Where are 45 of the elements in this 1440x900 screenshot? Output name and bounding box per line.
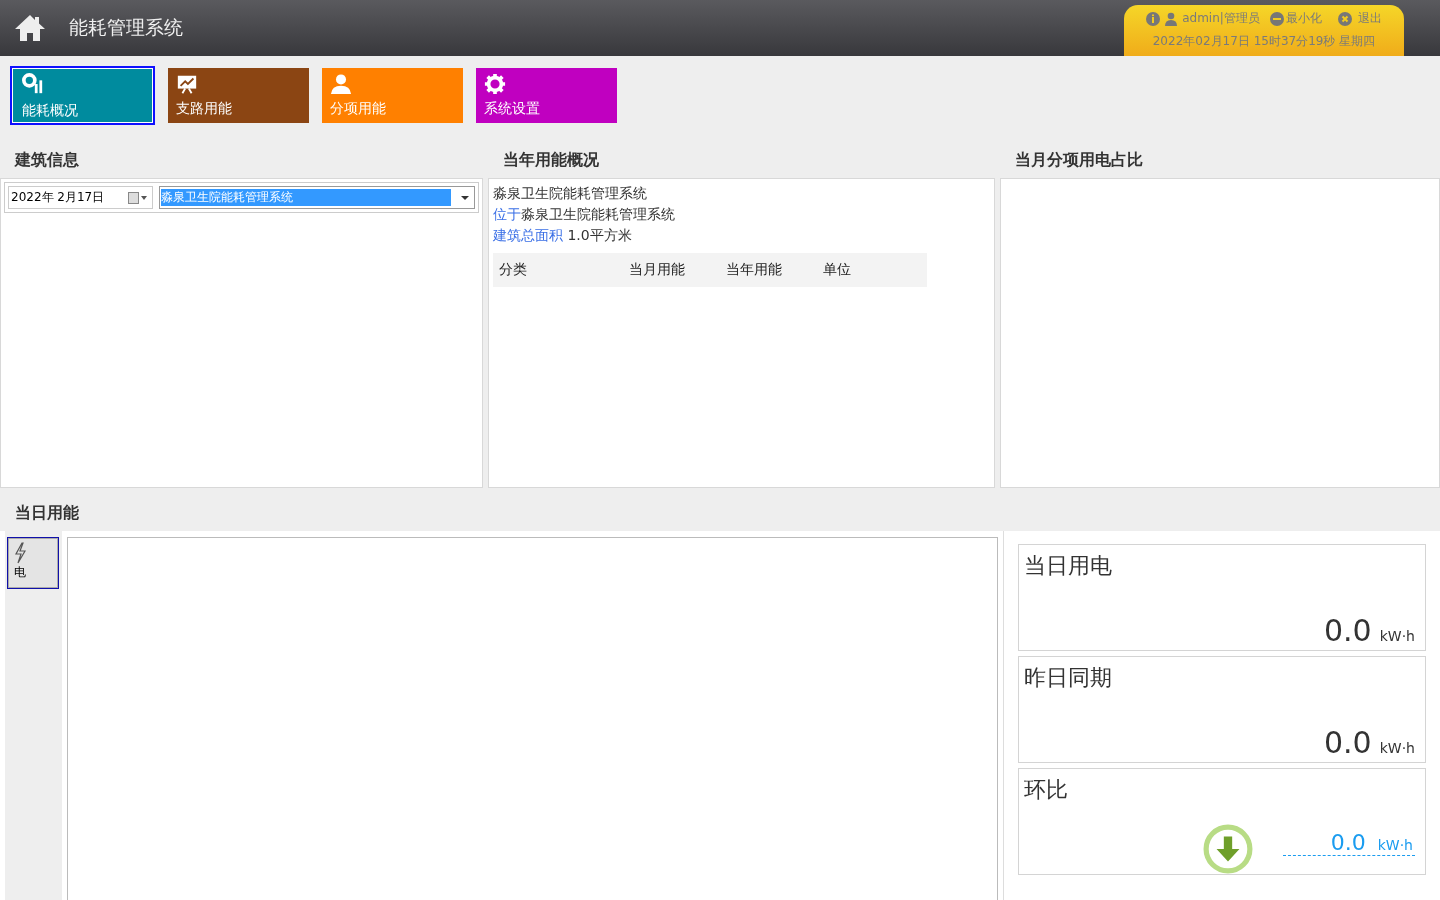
nav-tile[interactable]: 系统设置 <box>476 68 617 123</box>
location-label: 位于 <box>493 206 521 222</box>
stat-unit: kW·h <box>1379 628 1415 644</box>
nav-tile[interactable]: 支路用能 <box>168 68 309 123</box>
stat-title: 当日用电 <box>1024 552 1113 580</box>
nav-tile[interactable]: 能耗概况 <box>10 66 155 125</box>
date-picker[interactable]: 2022年 2月17日 <box>8 186 153 209</box>
panel-title: 建筑信息 <box>13 149 80 171</box>
app-title: 能耗管理系统 <box>69 15 183 40</box>
stat-unit: kW·h <box>1379 740 1415 756</box>
building-select[interactable]: 淼泉卫生院能耗管理系统 <box>159 186 475 209</box>
home-icon[interactable] <box>13 13 47 43</box>
close-icon <box>1337 11 1352 26</box>
date-time: 2022年02月17日 15时37分19秒 星期四 <box>1152 33 1376 50</box>
stat-value: 0.0 <box>1330 830 1366 855</box>
column-header: 当年用能 <box>726 261 783 279</box>
location-value: 淼泉卫生院能耗管理系统 <box>521 206 675 222</box>
energy-type-button[interactable]: 电 <box>7 537 59 589</box>
dropdown-icon <box>461 195 469 200</box>
chart-icon <box>22 73 44 95</box>
stat-unit: kW·h <box>1377 837 1413 853</box>
info-icon[interactable] <box>1146 11 1161 26</box>
column-header: 单位 <box>823 261 851 279</box>
settings-icon <box>484 73 506 95</box>
column-header: 分类 <box>499 261 528 279</box>
stat-value: 0.0 <box>1324 725 1372 760</box>
panel-title: 当年用能概况 <box>502 149 600 171</box>
column-header: 当月用能 <box>629 261 686 279</box>
area-label: 建筑总面积 <box>493 227 563 243</box>
presentation-icon <box>176 73 198 95</box>
stat-title: 昨日同期 <box>1024 664 1113 692</box>
calendar-icon <box>128 191 148 204</box>
area-value: 1.0平方米 <box>567 227 632 243</box>
logout-link[interactable]: 退出 <box>1337 10 1382 27</box>
stat-value: 0.0 <box>1324 613 1372 648</box>
nav-tile[interactable]: 分项用能 <box>322 68 463 123</box>
user-icon <box>1164 11 1179 26</box>
person-icon <box>330 73 352 95</box>
panel-title: 当月分项用电占比 <box>1014 149 1144 171</box>
minimize-link[interactable]: 最小化 <box>1269 10 1322 27</box>
building-name: 淼泉卫生院能耗管理系统 <box>493 185 648 203</box>
user-name: admin|管理员 <box>1182 10 1260 27</box>
stat-title: 环比 <box>1024 776 1069 804</box>
lightning-icon <box>14 542 26 564</box>
minus-icon <box>1269 11 1284 26</box>
